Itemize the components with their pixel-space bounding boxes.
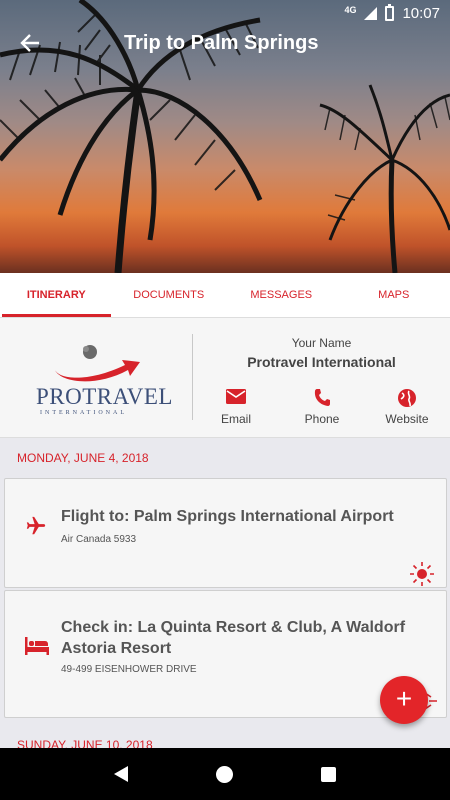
item-title: Flight to: Palm Springs International Ai… (61, 508, 394, 525)
item-title: Check in: La Quinta Resort & Club, A Wal… (61, 619, 406, 657)
nav-back-icon[interactable] (114, 766, 128, 782)
system-navigation-bar (0, 748, 450, 800)
phone-label: Phone (304, 412, 340, 426)
tab-documents[interactable]: DOCUMENTS (113, 273, 226, 317)
sun-icon (409, 561, 435, 592)
agency-name: Protravel International (247, 354, 396, 370)
day-header: MONDAY, JUNE 4, 2018 (17, 451, 149, 465)
itinerary-item-flight[interactable]: Flight to: Palm Springs International Ai… (4, 478, 447, 588)
nav-recents-icon[interactable] (321, 766, 336, 782)
page-title: Trip to Palm Springs (124, 31, 319, 54)
item-subtitle: 49-499 EISENHOWER DRIVE (61, 664, 197, 675)
app-toolbar: Trip to Palm Springs (0, 26, 450, 60)
website-label: Website (385, 412, 429, 426)
battery-icon (385, 3, 395, 21)
phone-icon (287, 388, 357, 408)
tab-bar: ITINERARY DOCUMENTS MESSAGES MAPS (0, 273, 450, 318)
email-icon (201, 388, 271, 408)
add-item-button[interactable]: + (380, 676, 428, 724)
tab-itinerary[interactable]: ITINERARY (0, 273, 113, 317)
globe-icon (372, 388, 442, 408)
email-label: Email (220, 412, 251, 426)
status-bar: 4G 10:07 (0, 0, 450, 26)
item-subtitle: Air Canada 5933 (61, 534, 137, 545)
protravel-logo: PROTRAVEL INTERNATIONAL (30, 340, 173, 416)
logo-text: PROTRAVEL (36, 384, 173, 409)
network-type: 4G (344, 5, 357, 15)
clock: 10:07 (402, 4, 440, 22)
email-button[interactable]: Email (201, 388, 271, 426)
hotel-bed-icon (25, 637, 49, 660)
logo-subtext: INTERNATIONAL (40, 410, 127, 416)
tab-messages[interactable]: MESSAGES (225, 273, 338, 317)
airplane-icon (25, 515, 47, 542)
agency-card: PROTRAVEL INTERNATIONAL Your Name Protra… (0, 318, 450, 438)
arrow-back-icon[interactable] (0, 26, 60, 60)
agent-name: Your Name (291, 336, 352, 350)
website-button[interactable]: Website (372, 388, 442, 426)
phone-button[interactable]: Phone (287, 388, 357, 426)
signal-icon (364, 6, 378, 20)
nav-home-icon[interactable] (216, 765, 233, 783)
tab-maps[interactable]: MAPS (338, 273, 450, 317)
